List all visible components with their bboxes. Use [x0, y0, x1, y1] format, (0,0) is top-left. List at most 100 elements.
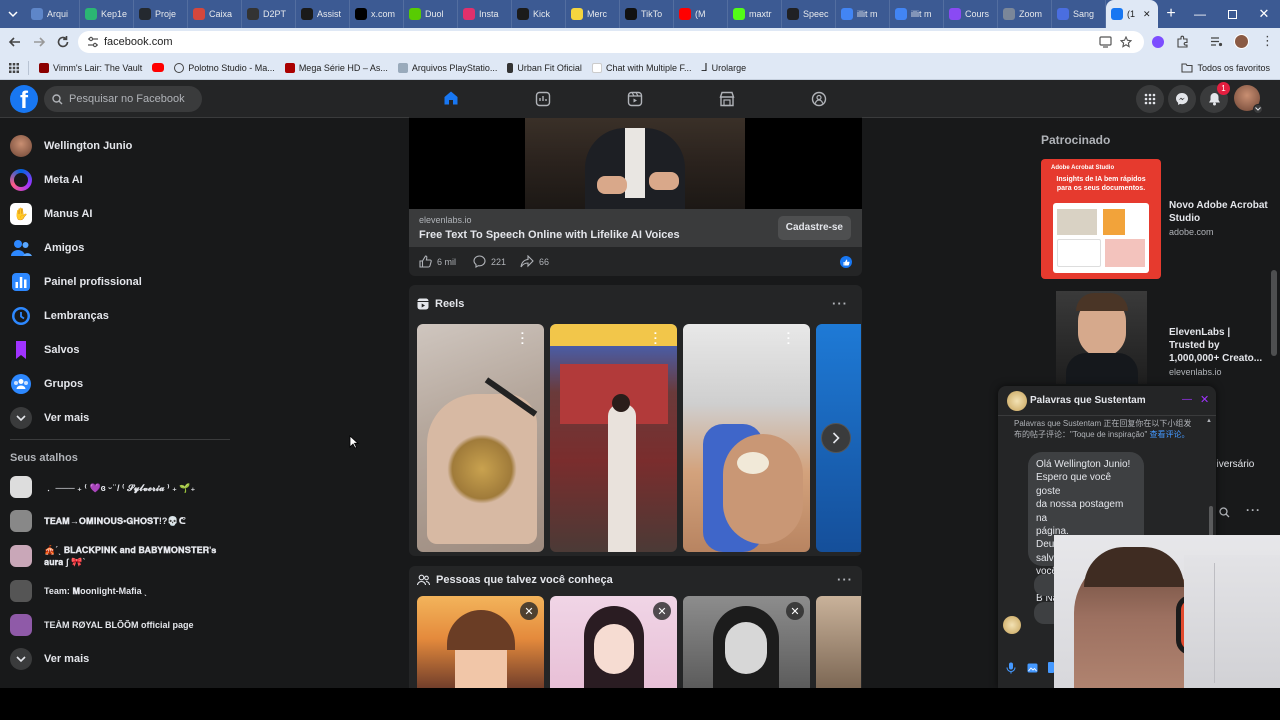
chat-header[interactable]: Palavras que Sustentam — ✕ — [998, 386, 1216, 416]
elevenlabs-ad-image[interactable] — [1056, 291, 1147, 384]
browser-tab[interactable]: Duol — [404, 0, 458, 28]
browser-tab[interactable]: Assist — [296, 0, 350, 28]
chat-notice-link[interactable]: 查看评论。 — [1150, 430, 1190, 439]
comment-button[interactable]: 221 — [473, 255, 506, 268]
extensions-puzzle-icon[interactable] — [1176, 35, 1189, 48]
browser-tab[interactable]: Kick — [512, 0, 566, 28]
adobe-ad-title[interactable]: Novo Adobe Acrobat Studio — [1169, 199, 1269, 225]
sidebar-item-amigos[interactable]: Amigos — [10, 231, 240, 265]
back-button[interactable] — [8, 35, 22, 49]
chat-scroll-up-icon[interactable]: ▲ — [1206, 418, 1212, 424]
browser-tab[interactable]: Proje — [134, 0, 188, 28]
sidebar-item-manus-ai[interactable]: ✋ Manus AI — [10, 197, 240, 231]
browser-tab[interactable]: (1 ✕ — [1106, 0, 1158, 28]
browser-tab[interactable]: Speec — [782, 0, 836, 28]
reel-more-icon[interactable]: ··· — [649, 332, 663, 347]
shortcut-item[interactable]: 𝐓𝐄𝐀𝐌→𝐎𝐌𝐈𝐍𝐎𝐔𝐒•𝐆𝐇𝐎𝐒𝐓!?💀ᕦ — [10, 504, 240, 538]
shortcut-item[interactable]: Team: 𝐌oonlight-Mafia ˎ — [10, 574, 240, 608]
browser-tab[interactable]: Caixa — [188, 0, 242, 28]
share-button[interactable]: 66 — [520, 255, 549, 268]
apps-grid-icon[interactable] — [0, 62, 28, 73]
sidebar-item-painel-profissional[interactable]: Painel profissional — [10, 265, 240, 299]
reels-next-button[interactable] — [821, 423, 851, 453]
ad-video[interactable] — [409, 118, 862, 209]
pymk-more-button[interactable]: ··· — [837, 572, 853, 587]
bookmark-mega-serie[interactable]: Mega Série HD – As... — [284, 62, 388, 73]
browser-tab[interactable]: Merc — [566, 0, 620, 28]
browser-tab[interactable]: D2PT — [242, 0, 296, 28]
chat-close-button[interactable]: ✕ — [1200, 393, 1209, 406]
contacts-more-button[interactable]: ··· — [1246, 503, 1261, 517]
chat-minimize-button[interactable]: — — [1182, 394, 1192, 405]
install-app-icon[interactable] — [1099, 36, 1112, 48]
account-chevron[interactable] — [1253, 104, 1263, 114]
bookmark-urban-fit[interactable]: Urban Fit Oficial — [507, 62, 582, 73]
sidebar-item-lembrancas[interactable]: Lembranças — [10, 299, 240, 333]
reel-thumbnail-2[interactable]: ··· — [550, 324, 677, 552]
reels-more-button[interactable]: ··· — [832, 296, 848, 311]
bookmark-star-icon[interactable] — [1120, 36, 1132, 48]
photo-icon[interactable] — [1027, 662, 1038, 673]
reel-thumbnail-1[interactable]: ··· — [417, 324, 544, 552]
shortcut-item[interactable]: TEÀM RØYAL BLÕÕM official page — [10, 608, 240, 642]
browser-tab[interactable]: illit m — [836, 0, 890, 28]
menu-button[interactable] — [1136, 85, 1164, 113]
reel-thumbnail-3[interactable]: ··· — [683, 324, 810, 552]
like-button[interactable]: 6 mil — [419, 255, 456, 268]
microphone-icon[interactable] — [1006, 662, 1016, 674]
extension-icon-purple[interactable] — [1152, 36, 1164, 48]
ad-cta-button[interactable]: Cadastre-se — [777, 216, 851, 240]
reel-more-icon[interactable]: ··· — [516, 332, 530, 347]
browser-menu-button[interactable]: ⋮ — [1261, 34, 1274, 48]
browser-tab[interactable]: illit m — [890, 0, 944, 28]
media-controls-icon[interactable] — [1210, 35, 1223, 48]
bookmark-chat-multiple[interactable]: Chat with Multiple F... — [591, 62, 691, 73]
bookmark-urolarge[interactable]: ⅃ Urolarge — [701, 61, 746, 74]
elevenlabs-ad-title[interactable]: ElevenLabs | Trusted by 1,000,000+ Creat… — [1169, 326, 1269, 365]
shortcut-item[interactable]: ﹒ ─── ₊ ⁽ 💜ɞ ᵕ ̈ / ⁽ 𝓢𝔂𝓵𝓿𝓮𝓻𝓲𝓪 ⁾ ₊ 🌱₊ — [10, 470, 240, 504]
browser-tab[interactable]: TikTo — [620, 0, 674, 28]
browser-tab[interactable]: Insta — [458, 0, 512, 28]
facebook-logo[interactable]: f — [10, 85, 38, 113]
browser-profile-avatar[interactable] — [1234, 34, 1249, 49]
shortcuts-ver-mais[interactable]: Ver mais — [10, 642, 240, 676]
search-box[interactable]: Pesquisar no Facebook — [44, 86, 202, 112]
contacts-search-icon[interactable] — [1219, 507, 1230, 518]
browser-tab[interactable]: maxtr — [728, 0, 782, 28]
restore-button[interactable] — [1216, 9, 1248, 19]
browser-tab[interactable]: Cours — [944, 0, 998, 28]
right-scrollbar[interactable] — [1271, 270, 1277, 356]
browser-tab[interactable]: (M — [674, 0, 728, 28]
browser-tab[interactable]: Kep1e — [80, 0, 134, 28]
sidebar-item-salvos[interactable]: Salvos — [10, 333, 240, 367]
shortcut-item[interactable]: 🎪ˊˎ 𝐁𝐋𝐀𝐂𝐊𝐏𝐈𝐍𝐊 𝐚𝐧𝐝 𝐁𝐀𝐁𝐘𝐌𝐎𝐍𝐒𝐓𝐄𝐑'𝐬 𝐚𝐮𝐫𝐚 ʃ 🎀… — [10, 538, 240, 574]
pymk-person-1[interactable]: ✕ — [417, 596, 544, 691]
bookmark-vimms-lair[interactable]: Vimm's Lair: The Vault — [39, 62, 142, 73]
messenger-button[interactable] — [1168, 85, 1196, 113]
reload-button[interactable] — [56, 35, 70, 49]
all-bookmarks-folder[interactable]: Todos os favoritos — [1181, 63, 1270, 73]
minimize-button[interactable]: — — [1184, 7, 1216, 21]
browser-tab[interactable]: Sang — [1052, 0, 1106, 28]
bookmark-arquivos-playstation[interactable]: Arquivos PlayStatio... — [397, 62, 497, 73]
ad-link-preview[interactable]: elevenlabs.io Free Text To Speech Online… — [409, 209, 862, 247]
browser-tab[interactable]: Arqui — [26, 0, 80, 28]
bookmark-polotno[interactable]: Polotno Studio - Ma... — [174, 62, 275, 73]
search-input[interactable]: Pesquisar no Facebook — [69, 93, 185, 105]
reel-more-icon[interactable]: ··· — [782, 332, 796, 347]
tab-list-button[interactable] — [0, 0, 26, 28]
pymk-person-3[interactable]: ✕ — [683, 596, 810, 691]
sidebar-ver-mais[interactable]: Ver mais — [10, 401, 240, 435]
adobe-ad-image[interactable]: Adobe Acrobat Studio Insights de IA bem … — [1041, 159, 1161, 279]
close-window-button[interactable]: ✕ — [1248, 6, 1280, 22]
pymk-person-4[interactable] — [816, 596, 861, 691]
dismiss-suggestion-button[interactable]: ✕ — [520, 602, 538, 620]
new-tab-button[interactable]: + — [1158, 0, 1184, 28]
sidebar-item-profile[interactable]: Wellington Junio — [10, 129, 240, 163]
url-field[interactable]: facebook.com — [78, 31, 1144, 53]
browser-tab[interactable]: x.com — [350, 0, 404, 28]
sidebar-item-meta-ai[interactable]: Meta AI — [10, 163, 240, 197]
dismiss-suggestion-button[interactable]: ✕ — [786, 602, 804, 620]
dismiss-suggestion-button[interactable]: ✕ — [653, 602, 671, 620]
sidebar-item-grupos[interactable]: Grupos — [10, 367, 240, 401]
